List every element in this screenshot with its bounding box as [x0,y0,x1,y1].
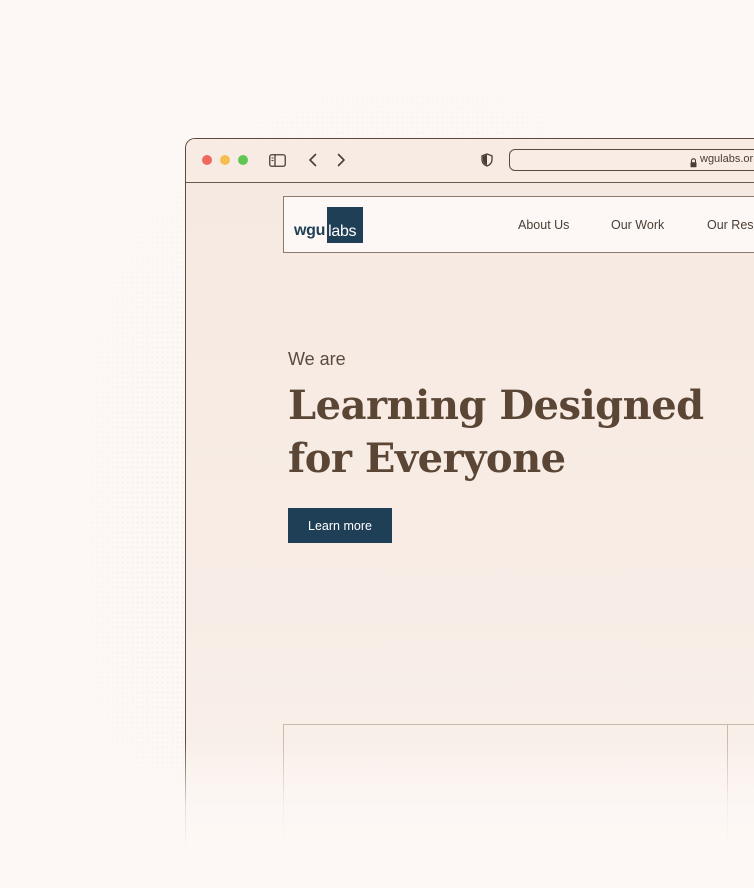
stage: wgulabs.or wgu labs About Us Our Work Ou… [0,0,754,888]
hero-pretitle: We are [288,349,346,369]
chevron-right-icon[interactable] [334,151,348,169]
nav-our-work[interactable]: Our Work [611,218,664,232]
logo-labs-box: labs [327,207,364,243]
logo-wgu-text: wgu [294,222,326,239]
browser-toolbar: wgulabs.or [186,139,754,183]
maximize-window-button[interactable] [238,155,248,165]
learn-more-button[interactable]: Learn more [288,508,392,543]
site-header: wgu labs About Us Our Work Our Rese [283,196,754,253]
hero-title: Learning Designed for Everyone [288,382,704,482]
close-window-button[interactable] [202,155,212,165]
logo-labs-text: labs [328,223,357,240]
chevron-left-icon[interactable] [306,151,320,169]
page-viewport: wgu labs About Us Our Work Our Rese We a… [186,183,754,888]
nav-our-research[interactable]: Our Rese [707,218,754,232]
content-card-secondary [727,724,754,888]
url-text: wgulabs.or [700,153,754,165]
address-bar[interactable]: wgulabs.or [509,149,754,171]
sidebar-icon[interactable] [268,151,286,169]
shield-icon[interactable] [480,151,494,169]
wgu-labs-logo[interactable]: wgu labs [294,207,364,243]
minimize-window-button[interactable] [220,155,230,165]
lock-icon [690,155,697,173]
content-card [283,724,728,888]
nav-about-us[interactable]: About Us [518,218,569,232]
browser-window: wgulabs.or wgu labs About Us Our Work Ou… [185,138,754,888]
